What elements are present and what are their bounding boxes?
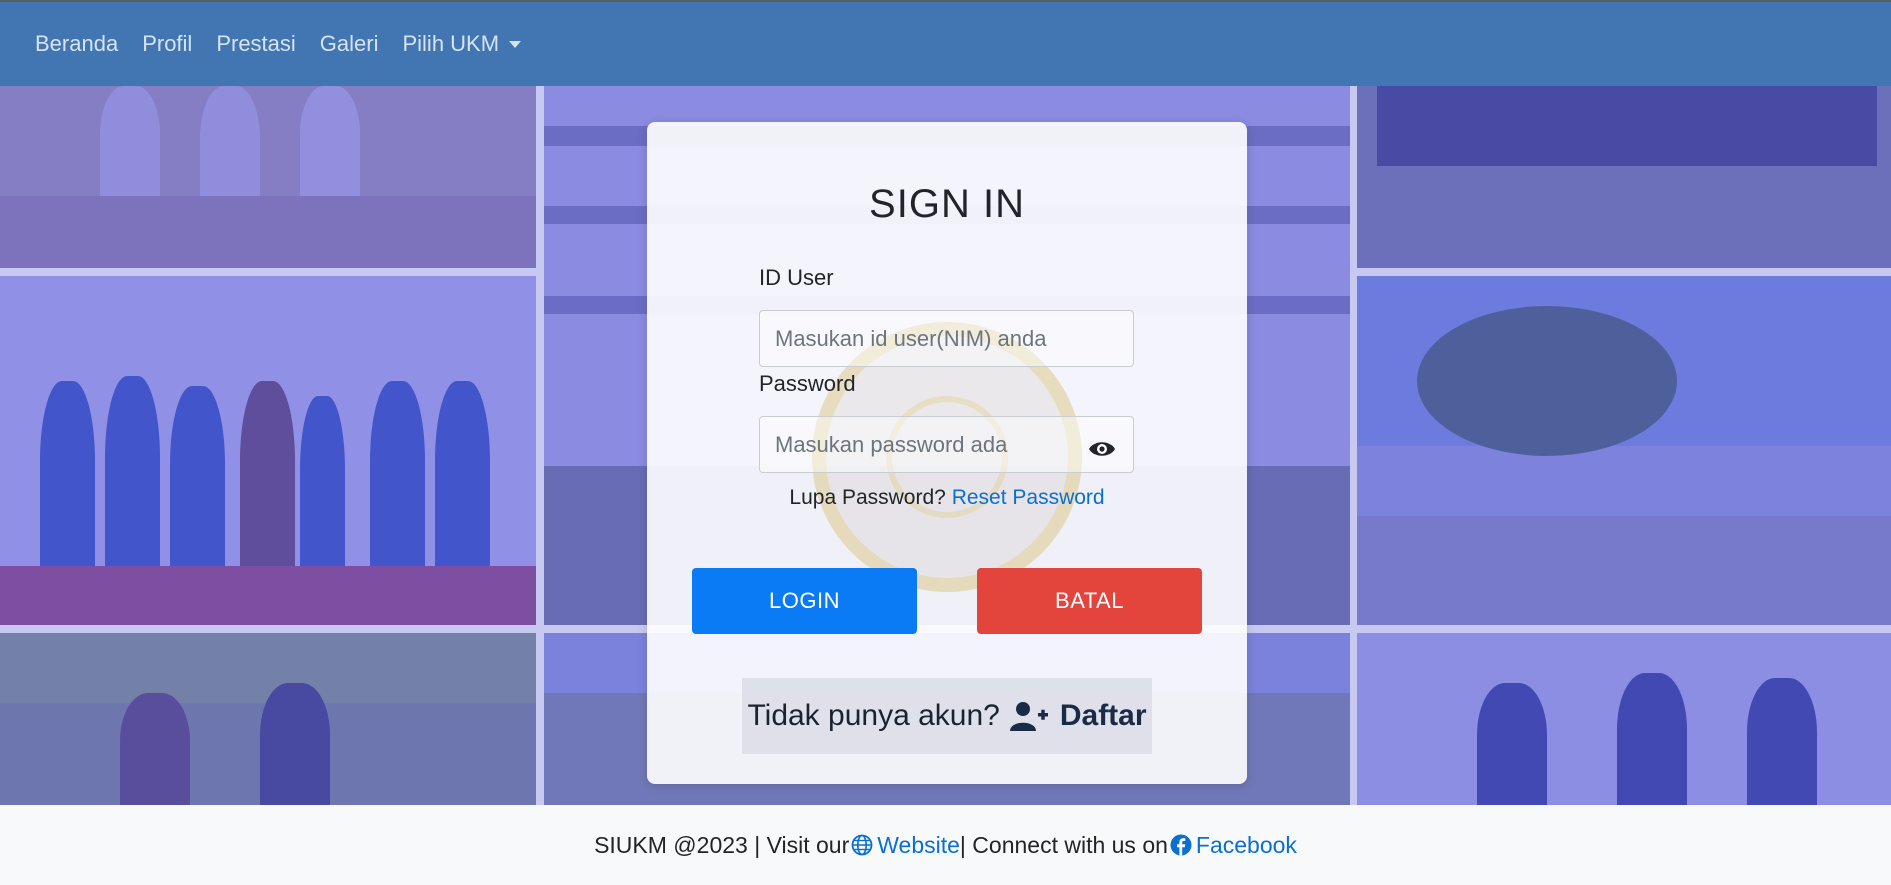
photo-certificates (1357, 633, 1891, 805)
caret-down-icon (509, 40, 522, 48)
website-link[interactable]: Website (849, 832, 960, 859)
user-id-label: ID User (759, 265, 834, 290)
nav-link-beranda[interactable]: Beranda (35, 31, 118, 57)
globe-icon (851, 834, 873, 856)
forgot-password-row: Lupa Password? Reset Password (647, 486, 1247, 510)
nav-link-prestasi[interactable]: Prestasi (216, 31, 295, 57)
cancel-button[interactable]: BATAL (977, 568, 1202, 634)
reset-password-link[interactable]: Reset Password (952, 486, 1105, 509)
login-button[interactable]: LOGIN (692, 568, 917, 634)
facebook-icon (1170, 834, 1192, 856)
page-title: SIGN IN (869, 182, 1025, 226)
register-link[interactable]: Daftar (1060, 699, 1147, 733)
user-id-input[interactable] (759, 310, 1134, 367)
photo-students-seated (0, 633, 536, 805)
nav-link-galeri[interactable]: Galeri (320, 31, 379, 57)
eye-icon[interactable] (1085, 432, 1119, 466)
footer: SIUKM @2023 | Visit our Website | Connec… (0, 805, 1891, 885)
website-link-label: Website (877, 831, 960, 858)
photo-group-outdoor (1357, 86, 1891, 268)
photo-scouts (0, 86, 536, 268)
register-prompt-text: Tidak punya akun? (747, 699, 1000, 732)
nav-dropdown-pilih-ukm[interactable]: Pilih UKM (402, 31, 522, 57)
nav-dropdown-label: Pilih UKM (402, 31, 500, 56)
photo-group-blue-jackets (0, 276, 536, 625)
photo-street-event (1357, 276, 1891, 625)
register-prompt[interactable]: Tidak punya akun? Daftar (742, 678, 1152, 754)
top-navbar: Beranda Profil Prestasi Galeri Pilih UKM (0, 0, 1891, 86)
user-plus-icon (1009, 701, 1050, 731)
forgot-password-text: Lupa Password? (789, 486, 946, 509)
password-label: Password (759, 371, 856, 396)
nav-link-profil[interactable]: Profil (142, 31, 192, 57)
footer-connect-text: | Connect with us on (959, 831, 1168, 858)
footer-copyright: SIUKM @2023 | Visit our (594, 831, 850, 858)
password-input[interactable] (759, 416, 1134, 473)
login-card: SIGN IN ID User Password Lupa Password? … (647, 122, 1247, 784)
facebook-link[interactable]: Facebook (1168, 832, 1297, 859)
facebook-link-label: Facebook (1195, 831, 1297, 858)
